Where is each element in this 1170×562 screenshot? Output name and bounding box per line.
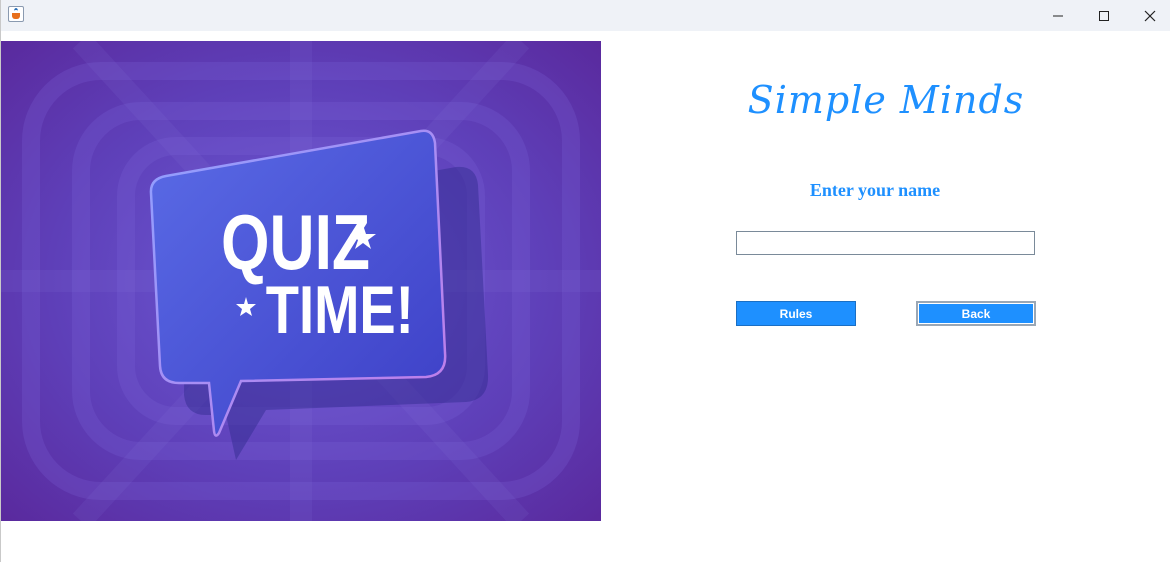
maximize-icon [1099,10,1109,21]
name-prompt-label: Enter your name [809,180,941,200]
rules-button[interactable]: Rules [736,301,856,326]
quiz-time-image: QUIZ TIME! [1,41,601,521]
minimize-button[interactable] [1035,0,1081,31]
close-icon [1144,10,1156,21]
java-app-icon [8,6,24,22]
app-window: QUIZ TIME! Simple Minds Enter your name … [0,0,1170,562]
name-input[interactable] [736,231,1035,255]
app-title: Simple Minds [747,78,1025,122]
title-bar [1,0,1170,31]
maximize-button[interactable] [1081,0,1127,31]
minimize-icon [1053,15,1063,16]
back-button[interactable]: Back [916,301,1036,326]
time-word: TIME! [266,272,414,348]
close-button[interactable] [1127,0,1170,31]
